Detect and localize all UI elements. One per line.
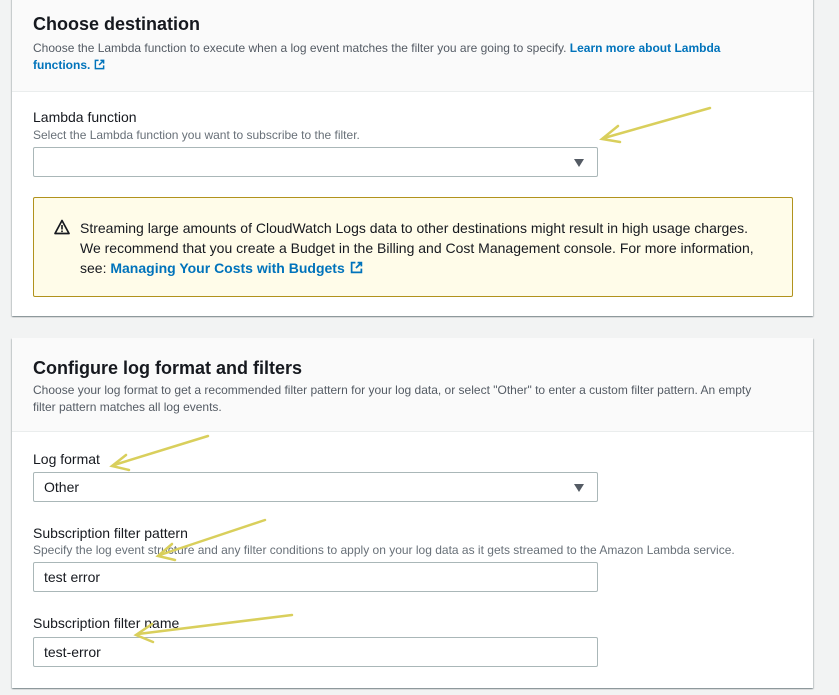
alert-message: Streaming large amounts of CloudWatch Lo… [80, 218, 780, 278]
alert-line-2: We recommend that you create a Budget in… [80, 240, 754, 256]
subscription-filter-pattern-value: test error [44, 569, 101, 585]
choose-destination-body: Lambda function Select the Lambda functi… [12, 92, 813, 316]
subscription-filter-name-input[interactable]: test-error [33, 637, 598, 667]
subscription-filter-name-value: test-error [44, 644, 101, 660]
subscription-filter-pattern-description: Specify the log event structure and any … [33, 543, 735, 557]
configure-log-format-description: Choose your log format to get a recommen… [33, 383, 752, 414]
caret-down-icon [574, 159, 584, 167]
configure-log-format-title: Configure log format and filters [33, 358, 303, 378]
caret-down-icon [574, 484, 584, 492]
alert-line-1: Streaming large amounts of CloudWatch Lo… [80, 220, 748, 236]
subscription-filter-name-label: Subscription filter name [33, 615, 180, 631]
subscription-filter-pattern-input[interactable]: test error [33, 562, 598, 592]
subscription-filter-pattern-label: Subscription filter pattern [33, 525, 188, 541]
warning-icon [54, 219, 70, 235]
log-format-select[interactable]: Other [33, 472, 598, 502]
choose-destination-header: Choose destination Choose the Lambda fun… [12, 0, 813, 92]
lambda-function-select[interactable] [33, 147, 598, 177]
external-link-icon [94, 59, 105, 70]
choose-destination-description: Choose the Lambda function to execute wh… [33, 40, 773, 74]
choose-destination-panel: Choose destination Choose the Lambda fun… [12, 0, 813, 316]
configure-log-format-panel: Configure log format and filters Choose … [12, 338, 813, 688]
usage-charges-alert: Streaming large amounts of CloudWatch Lo… [33, 197, 793, 297]
choose-destination-title: Choose destination [33, 14, 201, 34]
lambda-function-label: Lambda function [33, 109, 137, 125]
log-format-label: Log format [33, 451, 100, 467]
choose-destination-description-text: Choose the Lambda function to execute wh… [33, 41, 567, 55]
alert-line-3-prefix: see: [80, 260, 107, 276]
log-format-value: Other [44, 479, 80, 495]
configure-log-format-body: Log format Other Subscription filter pat… [12, 432, 813, 688]
lambda-function-description: Select the Lambda function you want to s… [33, 128, 360, 142]
configure-log-format-header: Configure log format and filters Choose … [12, 338, 813, 432]
external-link-icon [350, 261, 362, 274]
managing-costs-link[interactable]: Managing Your Costs with Budgets [110, 260, 362, 276]
